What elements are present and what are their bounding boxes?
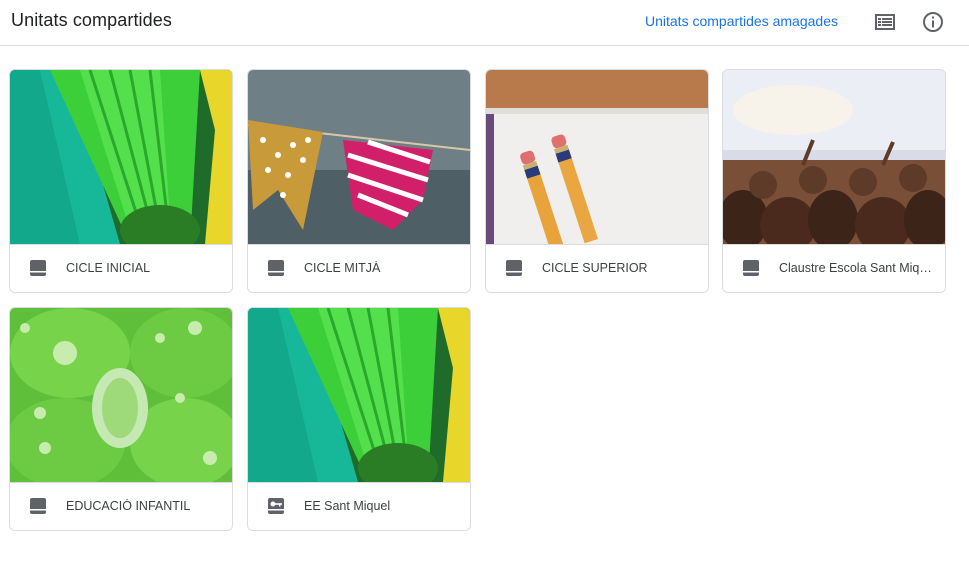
list-view-icon (875, 14, 895, 30)
drive-cover-image (248, 308, 470, 482)
shared-drive-icon (743, 260, 759, 276)
drive-cover-image (723, 70, 945, 244)
drive-name: CICLE MITJÀ (304, 261, 381, 275)
drive-name: Claustre Escola Sant Miquel (779, 261, 935, 275)
info-button[interactable] (920, 9, 946, 35)
drive-name: CICLE INICIAL (66, 261, 151, 275)
drive-cover-image (10, 70, 232, 244)
shared-drive-card[interactable]: EDUCACIÓ INFANTIL (9, 307, 233, 531)
list-view-button[interactable] (872, 9, 898, 35)
drive-cover-image (248, 70, 470, 244)
drive-name: CICLE SUPERIOR (542, 261, 648, 275)
shared-drive-icon (506, 260, 522, 276)
top-bar: Unitats compartides Unitats compartides … (0, 0, 969, 46)
drive-name: EE Sant Miquel (304, 499, 391, 513)
shared-drive-icon (30, 260, 46, 276)
shared-drive-card[interactable]: CICLE MITJÀ (247, 69, 471, 293)
hidden-shared-drives-link[interactable]: Unitats compartides amagades (645, 13, 838, 29)
shared-drive-card[interactable]: Claustre Escola Sant Miquel (722, 69, 946, 293)
shared-drive-card[interactable]: CICLE SUPERIOR (485, 69, 709, 293)
restricted-drive-icon (268, 498, 284, 514)
shared-drive-icon (30, 498, 46, 514)
drive-name: EDUCACIÓ INFANTIL (66, 499, 191, 513)
shared-drive-card[interactable]: EE Sant Miquel (247, 307, 471, 531)
shared-drive-card[interactable]: CICLE INICIAL (9, 69, 233, 293)
drive-cover-image (10, 308, 232, 482)
info-icon (923, 12, 943, 32)
drive-cover-image (486, 70, 708, 244)
shared-drive-icon (268, 260, 284, 276)
page-title: Unitats compartides (11, 10, 172, 30)
